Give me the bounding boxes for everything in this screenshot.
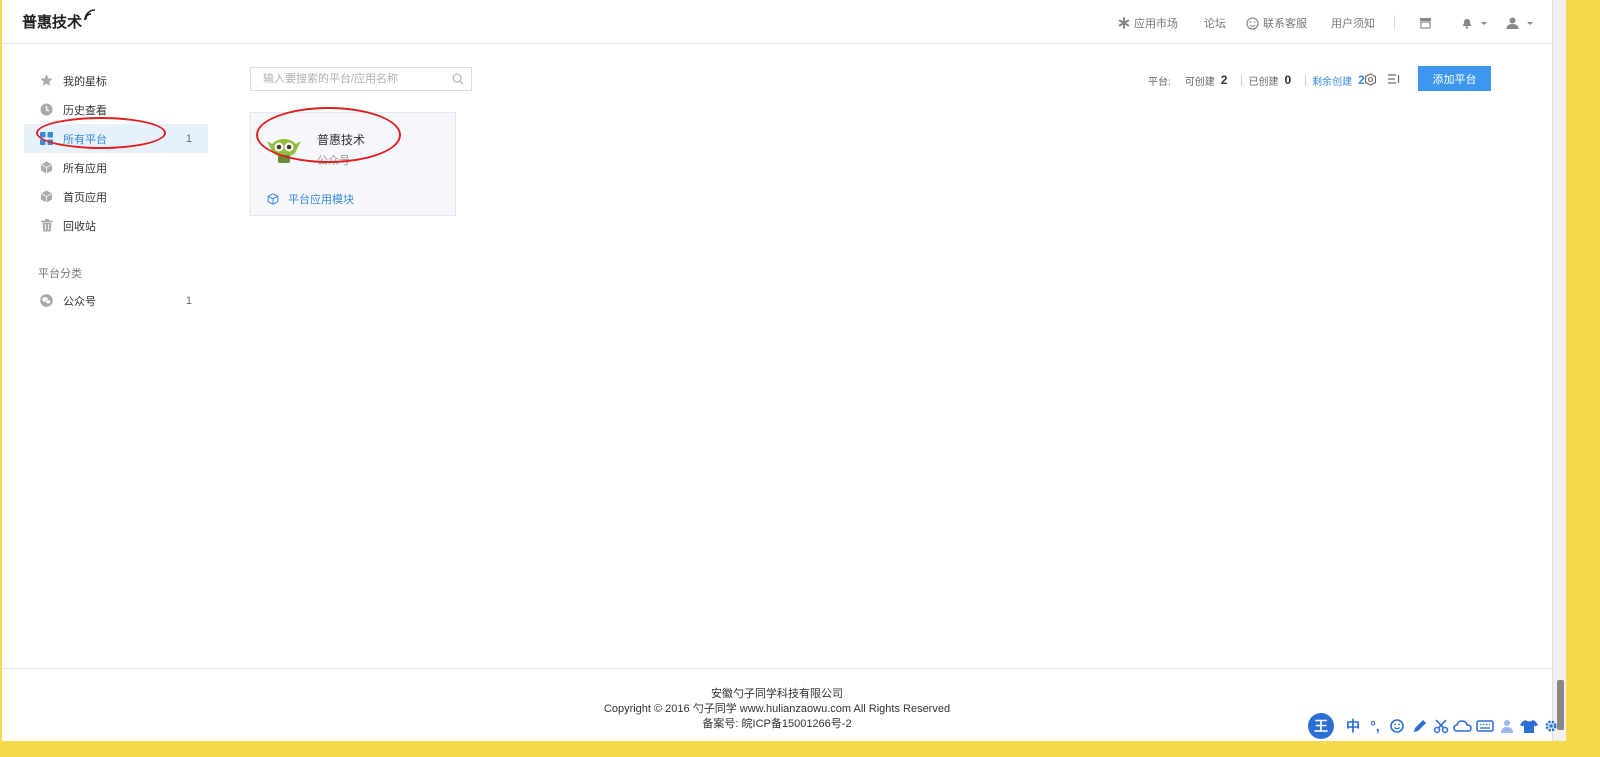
nav-app-market[interactable]: 应用市场 xyxy=(1118,15,1178,31)
category-title: 平台分类 xyxy=(38,268,82,280)
settings-icon[interactable] xyxy=(1364,73,1377,86)
user-icon xyxy=(1506,17,1519,29)
stats-divider xyxy=(1305,74,1307,86)
search-box xyxy=(250,67,472,91)
chevron-down-icon xyxy=(1481,21,1487,25)
sidebar-item-all-platforms[interactable]: 所有平台 1 xyxy=(24,124,208,153)
platform-name: 普惠技术 xyxy=(317,133,366,147)
user-icon[interactable] xyxy=(1496,718,1518,734)
search-icon[interactable] xyxy=(452,73,464,85)
sidebar-item-history[interactable]: 历史查看 xyxy=(24,95,208,124)
list-view-icon[interactable] xyxy=(1388,73,1401,85)
sidebar-item-count: 1 xyxy=(185,294,192,307)
nav-forum-label: 论坛 xyxy=(1204,18,1226,30)
stats-remaining-label: 剩余创建 xyxy=(1312,76,1353,88)
sidebar-item-label: 所有应用 xyxy=(63,162,107,175)
sidebar-item-all-apps[interactable]: 所有应用 xyxy=(24,153,208,182)
bell-icon xyxy=(1463,19,1471,29)
stats-platform-label: 平台: xyxy=(1148,76,1171,88)
stats-can-create-label: 可创建 xyxy=(1184,76,1215,88)
nav-support[interactable]: 联系客服 xyxy=(1246,15,1307,31)
ime-toolbar: 王 中 °, xyxy=(1308,713,1564,739)
shirt-icon[interactable] xyxy=(1518,718,1540,734)
sidebar-item-label: 公众号 xyxy=(63,295,96,308)
site-logo[interactable]: 普惠技术 xyxy=(22,9,97,32)
asterisk-icon xyxy=(1118,17,1130,29)
ime-logo[interactable]: 王 xyxy=(1308,713,1334,739)
cube-outline-icon xyxy=(267,193,279,205)
sidebar: 我的星标 历史查看 所有平台 1 所有应用 首页应用 回收站 平台分类 公众号 … xyxy=(24,66,208,315)
add-platform-button[interactable]: 添加平台 xyxy=(1418,66,1491,91)
store-button[interactable] xyxy=(1419,15,1436,31)
platform-stats: 平台: 可创建 2 已创建 0 剩余创建 2 xyxy=(1148,72,1379,88)
trash-icon xyxy=(40,219,53,232)
stats-can-create-value: 2 xyxy=(1220,73,1228,87)
platform-type: 公众号 xyxy=(317,155,350,167)
keyboard-icon[interactable] xyxy=(1474,718,1496,734)
sidebar-item-label: 回收站 xyxy=(63,220,96,233)
ime-mode-toggle[interactable]: 中 xyxy=(1342,716,1364,736)
stats-divider xyxy=(1241,74,1243,86)
platform-module-label: 平台应用模块 xyxy=(288,194,354,206)
pen-icon[interactable] xyxy=(1408,718,1430,734)
nav-app-market-label: 应用市场 xyxy=(1134,18,1178,30)
cloud-icon[interactable] xyxy=(1452,718,1474,734)
sidebar-item-label: 首页应用 xyxy=(63,191,107,204)
sidebar-item-starred[interactable]: 我的星标 xyxy=(24,66,208,95)
sidebar-item-recycle-bin[interactable]: 回收站 xyxy=(24,211,208,240)
nav-notice[interactable]: 用户须知 xyxy=(1331,15,1375,31)
wechat-icon xyxy=(40,294,53,307)
emoji-icon[interactable] xyxy=(1386,718,1408,734)
sidebar-item-label: 历史查看 xyxy=(63,104,107,117)
ime-punctuation-toggle[interactable]: °, xyxy=(1364,718,1386,734)
header-divider xyxy=(1394,15,1395,30)
nav-forum[interactable]: 论坛 xyxy=(1204,15,1226,31)
store-icon xyxy=(1420,18,1431,29)
cube-icon xyxy=(40,190,53,203)
search-input[interactable] xyxy=(263,73,443,85)
gear-icon[interactable] xyxy=(1540,718,1562,734)
sidebar-item-home-apps[interactable]: 首页应用 xyxy=(24,182,208,211)
platform-module-link[interactable]: 平台应用模块 xyxy=(267,191,354,207)
stats-created-value: 0 xyxy=(1284,73,1292,87)
smiley-icon xyxy=(1246,16,1259,30)
clock-icon xyxy=(40,103,53,116)
nav-notice-label: 用户须知 xyxy=(1331,18,1375,30)
browser-viewport: 普惠技术 应用市场 论坛 联系客服 用户须知 我的星标 历史查看 所有平台 1 … xyxy=(2,0,1552,741)
logo-text: 普惠技术 xyxy=(22,14,83,31)
user-menu-dropdown[interactable] xyxy=(1506,15,1533,31)
nav-support-label: 联系客服 xyxy=(1263,18,1307,30)
cube-icon xyxy=(40,161,53,174)
footer-company: 安徽勺子同学科技有限公司 xyxy=(711,688,843,700)
chevron-down-icon xyxy=(1527,21,1533,25)
sidebar-item-count: 1 xyxy=(185,132,192,145)
platform-avatar xyxy=(267,139,301,163)
signal-icon xyxy=(84,9,96,21)
scissors-icon[interactable] xyxy=(1430,718,1452,734)
platform-card[interactable]: 普惠技术 公众号 平台应用模块 xyxy=(250,112,456,216)
notifications-dropdown[interactable] xyxy=(1461,15,1487,31)
sidebar-category-official-account[interactable]: 公众号 1 xyxy=(24,286,208,315)
sidebar-item-label: 所有平台 xyxy=(63,133,107,146)
star-icon xyxy=(40,74,53,87)
top-header: 普惠技术 应用市场 论坛 联系客服 用户须知 xyxy=(2,0,1552,44)
vertical-scrollbar[interactable] xyxy=(1552,0,1566,741)
stats-created-label: 已创建 xyxy=(1248,76,1279,88)
sidebar-item-label: 我的星标 xyxy=(63,75,107,88)
grid-icon xyxy=(40,132,53,145)
